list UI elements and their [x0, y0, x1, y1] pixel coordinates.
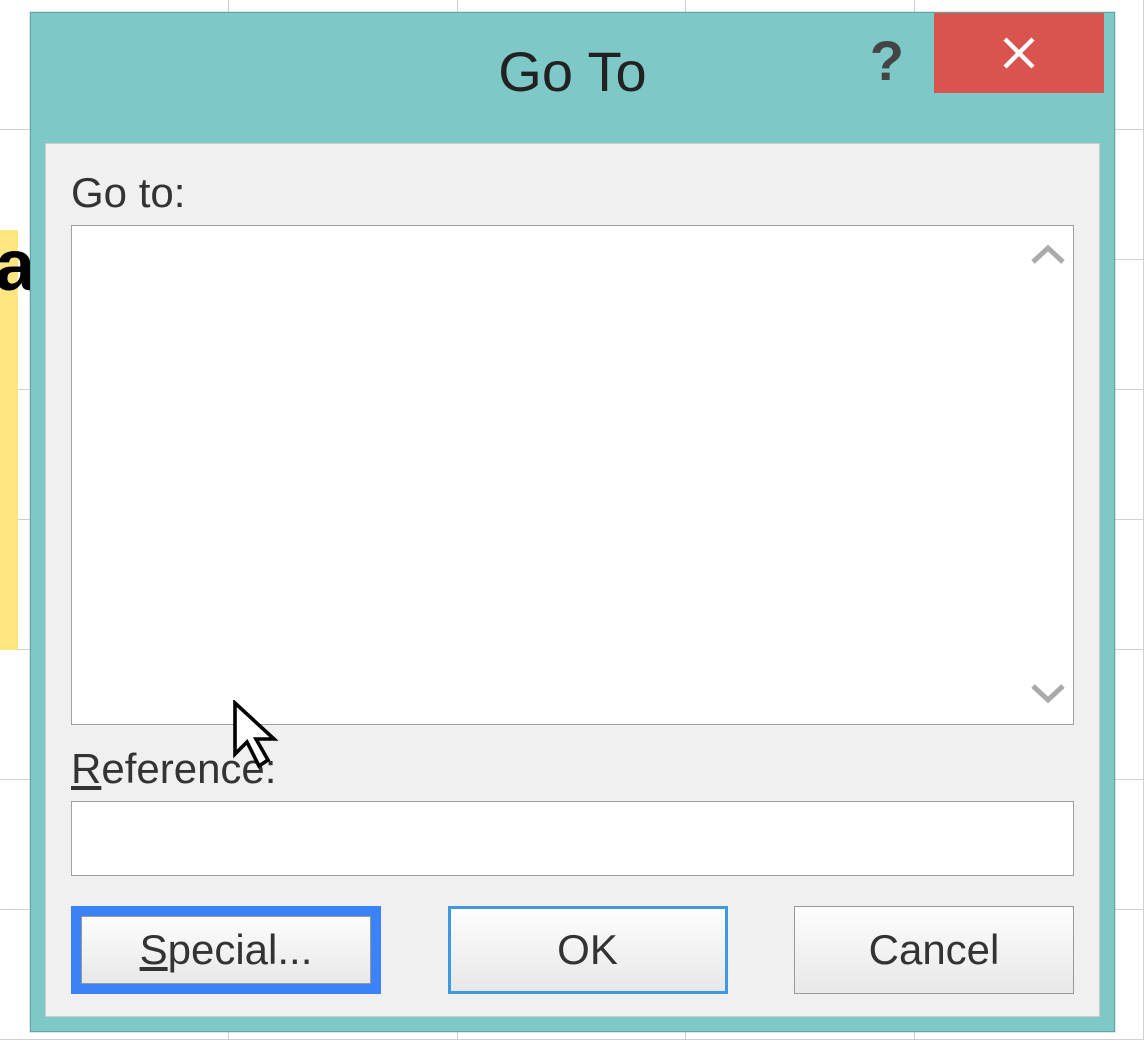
help-icon: ?	[870, 29, 904, 92]
ok-button[interactable]: OK	[448, 906, 728, 994]
dialog-body: Go to: Reference: Special... OK Cancel	[45, 143, 1100, 1017]
scroll-down-icon[interactable]	[1028, 669, 1068, 719]
scroll-up-icon[interactable]	[1028, 231, 1068, 281]
goto-label: Go to:	[71, 169, 1074, 217]
goto-dialog: Go To ? Go to: Reference:	[30, 12, 1115, 1032]
dialog-button-row: Special... OK Cancel	[71, 906, 1074, 994]
special-button-highlight: Special...	[71, 906, 381, 994]
help-button[interactable]: ?	[850, 23, 924, 98]
cancel-button[interactable]: Cancel	[794, 906, 1074, 994]
dialog-title: Go To	[498, 39, 646, 104]
goto-listbox[interactable]	[71, 225, 1074, 725]
reference-label: Reference:	[71, 745, 1074, 793]
special-button[interactable]: Special...	[81, 916, 371, 984]
reference-input[interactable]	[71, 801, 1074, 876]
close-button[interactable]	[934, 13, 1104, 93]
close-icon	[998, 32, 1040, 74]
dialog-titlebar[interactable]: Go To ?	[31, 13, 1114, 129]
